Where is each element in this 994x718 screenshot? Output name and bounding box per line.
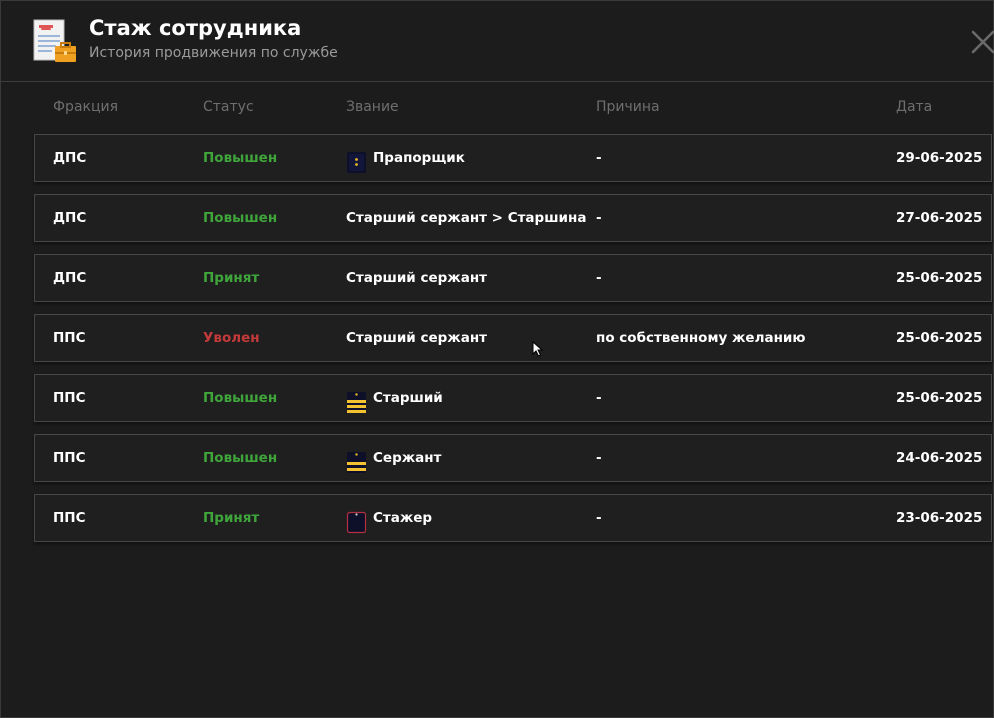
shoulder-board-stripes-icon (346, 447, 367, 473)
faction-cell: ППС (53, 510, 86, 526)
rank-cell: Стажер (346, 495, 432, 541)
reason-cell: - (596, 510, 602, 526)
column-header-date: Дата (896, 99, 933, 115)
rank-label: Старший (373, 390, 443, 406)
faction-cell: ДПС (53, 270, 87, 286)
faction-cell: ДПС (53, 150, 87, 166)
close-icon (971, 30, 994, 54)
reason-cell: - (596, 450, 602, 466)
status-cell: Повышен (203, 150, 278, 166)
date-cell: 25-06-2025 (896, 330, 983, 346)
shoulder-board-plain-icon (346, 507, 367, 533)
date-cell: 24-06-2025 (896, 450, 983, 466)
date-cell: 25-06-2025 (896, 270, 983, 286)
page-subtitle: История продвижения по службе (89, 45, 338, 61)
date-cell: 23-06-2025 (896, 510, 983, 526)
faction-cell: ППС (53, 450, 86, 466)
reason-cell: - (596, 270, 602, 286)
date-cell: 25-06-2025 (896, 390, 983, 406)
table-row: ППС Повышен Сержант - 24-06-2025 (34, 434, 992, 482)
table-row: ДПС Повышен Старший сержант > Старшина -… (34, 194, 992, 242)
window-header: Стаж сотрудника История продвижения по с… (1, 1, 994, 82)
reason-cell: - (596, 150, 602, 166)
rank-label: Сержант (373, 450, 442, 466)
shoulder-board-star-icon (346, 147, 367, 173)
status-cell: Принят (203, 510, 260, 526)
page-title: Стаж сотрудника (89, 16, 302, 40)
column-header-status: Статус (203, 99, 254, 115)
faction-cell: ДПС (53, 210, 87, 226)
status-cell: Повышен (203, 390, 278, 406)
status-cell: Принят (203, 270, 260, 286)
table-row: ДПС Принят Старший сержант - 25-06-2025 (34, 254, 992, 302)
faction-cell: ППС (53, 390, 86, 406)
column-header-rank: Звание (346, 99, 399, 115)
table-row: ДПС Повышен Прапорщик - 29-06-2025 (34, 134, 992, 182)
close-button[interactable] (967, 28, 994, 56)
mouse-cursor-icon (532, 340, 544, 357)
rank-cell: Прапорщик (346, 135, 465, 181)
shoulder-board-stripes-icon (346, 387, 367, 413)
rank-cell: Старший (346, 375, 443, 421)
date-cell: 27-06-2025 (896, 210, 983, 226)
rank-label: Старший сержант (346, 270, 487, 286)
reason-cell: - (596, 210, 602, 226)
table-row: ППС Принят Стажер - 23-06-2025 (34, 494, 992, 542)
table-row: ППС Повышен Старший - 25-06-2025 (34, 374, 992, 422)
document-briefcase-icon (32, 19, 78, 65)
rank-cell: Старший сержант (346, 255, 487, 301)
status-cell: Повышен (203, 210, 278, 226)
rank-label: Старший сержант > Старшина (346, 210, 587, 226)
date-cell: 29-06-2025 (896, 150, 983, 166)
rank-label: Старший сержант (346, 330, 487, 346)
rank-cell: Старший сержант (346, 315, 487, 361)
rank-cell: Старший сержант > Старшина (346, 195, 586, 241)
column-header-reason: Причина (596, 99, 660, 115)
reason-cell: - (596, 390, 602, 406)
table-row: ППС Уволен Старший сержант по собственно… (34, 314, 992, 362)
rank-label: Стажер (373, 510, 433, 526)
column-header-faction: Фракция (53, 99, 119, 115)
service-history-window: Стаж сотрудника История продвижения по с… (0, 0, 994, 718)
faction-cell: ППС (53, 330, 86, 346)
status-cell: Повышен (203, 450, 278, 466)
reason-cell: по собственному желанию (596, 330, 806, 346)
status-cell: Уволен (203, 330, 260, 346)
rank-cell: Сержант (346, 435, 441, 481)
rank-label: Прапорщик (373, 150, 465, 166)
